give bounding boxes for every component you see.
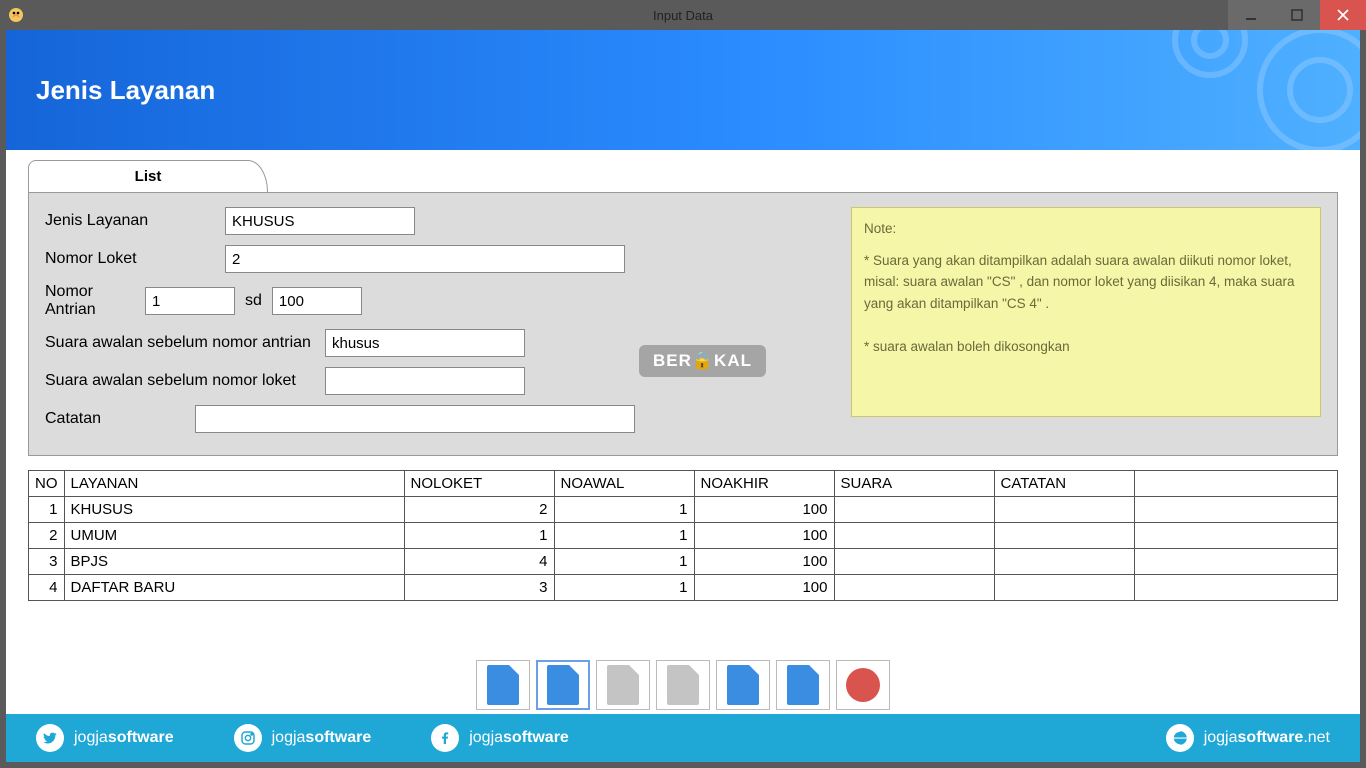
label-jenis-layanan: Jenis Layanan bbox=[45, 212, 225, 230]
table-row[interactable]: 3BPJS41100 bbox=[29, 549, 1338, 575]
app-inner: Jenis Layanan List Jenis Layanan bbox=[6, 30, 1360, 762]
cell-noawal: 1 bbox=[554, 497, 694, 523]
stop-icon bbox=[846, 668, 880, 702]
cell-suara bbox=[834, 549, 994, 575]
content-area: List Jenis Layanan Nomor Loket Nomor Ant… bbox=[6, 150, 1360, 601]
table-header-row: NO LAYANAN NOLOKET NOAWAL NOAKHIR SUARA … bbox=[29, 471, 1338, 497]
instagram-icon bbox=[234, 724, 262, 752]
page-title: Jenis Layanan bbox=[36, 75, 215, 106]
watermark-badge: BER🔒KAL bbox=[639, 345, 766, 377]
form-panel: Jenis Layanan Nomor Loket Nomor Antrian … bbox=[28, 192, 1338, 456]
app-frame: Jenis Layanan List Jenis Layanan bbox=[0, 30, 1366, 768]
facebook-icon bbox=[431, 724, 459, 752]
input-suara-antrian[interactable] bbox=[325, 329, 525, 357]
window-title: Input Data bbox=[653, 8, 713, 23]
col-suara[interactable]: SUARA bbox=[834, 471, 994, 497]
col-layanan[interactable]: LAYANAN bbox=[64, 471, 404, 497]
cell-noakhir: 100 bbox=[694, 549, 834, 575]
cell-catatan bbox=[994, 575, 1134, 601]
toolbar-btn-6[interactable] bbox=[776, 660, 830, 710]
data-table: NO LAYANAN NOLOKET NOAWAL NOAKHIR SUARA … bbox=[28, 470, 1338, 601]
footer-facebook[interactable]: jogjasoftware bbox=[431, 724, 569, 752]
cell-layanan: UMUM bbox=[64, 523, 404, 549]
label-sd: sd bbox=[245, 292, 262, 310]
toolbar-btn-1[interactable] bbox=[476, 660, 530, 710]
cell-suara bbox=[834, 497, 994, 523]
table-row[interactable]: 1KHUSUS21100 bbox=[29, 497, 1338, 523]
col-noakhir[interactable]: NOAKHIR bbox=[694, 471, 834, 497]
label-suara-antrian: Suara awalan sebelum nomor antrian bbox=[45, 334, 325, 352]
col-trailing bbox=[1134, 471, 1338, 497]
note-line-1: * Suara yang akan ditampilkan adalah sua… bbox=[864, 250, 1308, 315]
footer-twitter[interactable]: jogjasoftware bbox=[36, 724, 174, 752]
input-suara-loket[interactable] bbox=[325, 367, 525, 395]
tab-list[interactable]: List bbox=[28, 160, 268, 192]
cell-trailing bbox=[1134, 497, 1338, 523]
col-noawal[interactable]: NOAWAL bbox=[554, 471, 694, 497]
maximize-button[interactable] bbox=[1274, 0, 1320, 30]
gear-decoration-icon bbox=[1140, 30, 1360, 150]
cell-noloket: 3 bbox=[404, 575, 554, 601]
header-banner: Jenis Layanan bbox=[6, 30, 1360, 150]
cell-layanan: BPJS bbox=[64, 549, 404, 575]
input-nomor-loket[interactable] bbox=[225, 245, 625, 273]
note-box: Note: * Suara yang akan ditampilkan adal… bbox=[851, 207, 1321, 417]
label-catatan: Catatan bbox=[45, 410, 195, 428]
note-line-2: * suara awalan boleh dikosongkan bbox=[864, 336, 1308, 358]
minimize-button[interactable] bbox=[1228, 0, 1274, 30]
input-jenis-layanan[interactable] bbox=[225, 207, 415, 235]
footer-instagram[interactable]: jogjasoftware bbox=[234, 724, 372, 752]
cell-no: 3 bbox=[29, 549, 65, 575]
input-antrian-to[interactable] bbox=[272, 287, 362, 315]
cell-layanan: DAFTAR BARU bbox=[64, 575, 404, 601]
table-row[interactable]: 2UMUM11100 bbox=[29, 523, 1338, 549]
label-nomor-antrian: Nomor Antrian bbox=[45, 283, 145, 319]
cell-noawal: 1 bbox=[554, 575, 694, 601]
toolbar-btn-3[interactable] bbox=[596, 660, 650, 710]
cell-noloket: 1 bbox=[404, 523, 554, 549]
toolbar-btn-2[interactable] bbox=[536, 660, 590, 710]
toolbar-btn-4[interactable] bbox=[656, 660, 710, 710]
col-no[interactable]: NO bbox=[29, 471, 65, 497]
cell-trailing bbox=[1134, 575, 1338, 601]
cell-suara bbox=[834, 575, 994, 601]
footer-site[interactable]: jogjasoftware.net bbox=[1166, 724, 1330, 752]
cell-catatan bbox=[994, 497, 1134, 523]
titlebar: Input Data bbox=[0, 0, 1366, 30]
toolbar-row bbox=[6, 660, 1360, 712]
input-catatan[interactable] bbox=[195, 405, 635, 433]
tab-strip: List bbox=[28, 160, 1338, 192]
cell-trailing bbox=[1134, 523, 1338, 549]
globe-icon bbox=[1166, 724, 1194, 752]
cell-suara bbox=[834, 523, 994, 549]
cell-no: 2 bbox=[29, 523, 65, 549]
cell-noawal: 1 bbox=[554, 549, 694, 575]
toolbar-btn-5[interactable] bbox=[716, 660, 770, 710]
cell-noloket: 2 bbox=[404, 497, 554, 523]
cell-noakhir: 100 bbox=[694, 497, 834, 523]
note-title: Note: bbox=[864, 218, 1308, 240]
label-nomor-loket: Nomor Loket bbox=[45, 250, 225, 268]
cell-trailing bbox=[1134, 549, 1338, 575]
cell-noloket: 4 bbox=[404, 549, 554, 575]
input-antrian-from[interactable] bbox=[145, 287, 235, 315]
cell-no: 4 bbox=[29, 575, 65, 601]
cell-noakhir: 100 bbox=[694, 575, 834, 601]
cell-noakhir: 100 bbox=[694, 523, 834, 549]
cell-no: 1 bbox=[29, 497, 65, 523]
label-suara-loket: Suara awalan sebelum nomor loket bbox=[45, 372, 325, 390]
col-catatan[interactable]: CATATAN bbox=[994, 471, 1134, 497]
cell-catatan bbox=[994, 549, 1134, 575]
col-noloket[interactable]: NOLOKET bbox=[404, 471, 554, 497]
cell-layanan: KHUSUS bbox=[64, 497, 404, 523]
close-button[interactable] bbox=[1320, 0, 1366, 30]
footer-bar: jogjasoftware jogjasoftware jogjasoftwar… bbox=[6, 714, 1360, 762]
cell-noawal: 1 bbox=[554, 523, 694, 549]
app-icon bbox=[8, 7, 24, 23]
twitter-icon bbox=[36, 724, 64, 752]
cell-catatan bbox=[994, 523, 1134, 549]
window-controls bbox=[1228, 0, 1366, 30]
table-row[interactable]: 4DAFTAR BARU31100 bbox=[29, 575, 1338, 601]
toolbar-btn-stop[interactable] bbox=[836, 660, 890, 710]
